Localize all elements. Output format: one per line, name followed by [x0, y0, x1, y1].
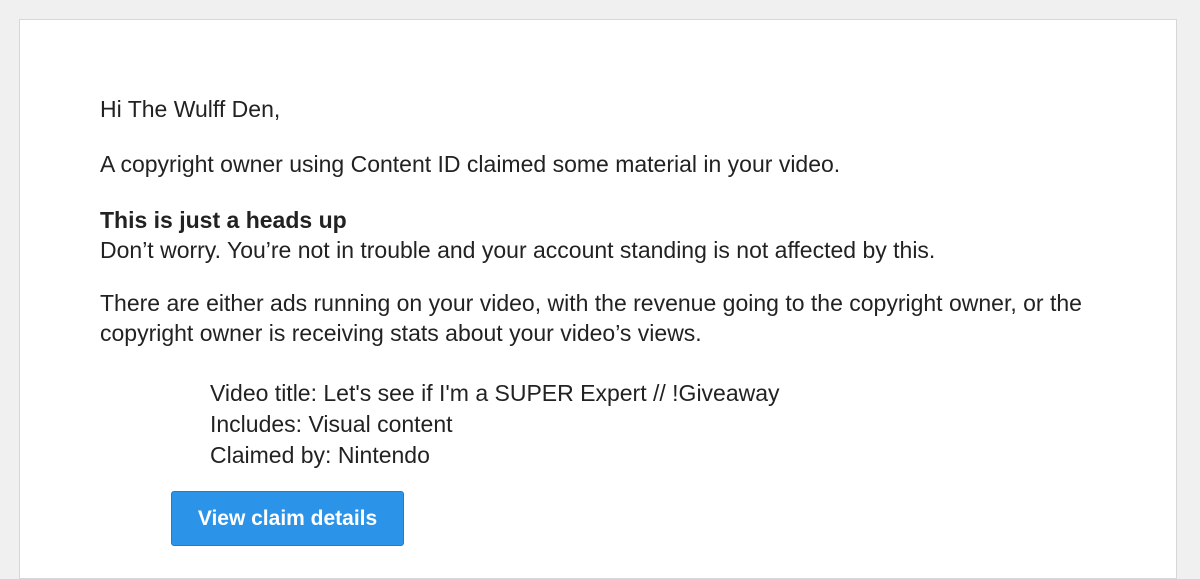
video-title-line: Video title: Let's see if I'm a SUPER Ex… [210, 380, 780, 406]
intro-text: A copyright owner using Content ID claim… [100, 151, 841, 177]
claimed-by-line: Claimed by: Nintendo [210, 442, 430, 468]
revenue-text: There are either ads running on your vid… [100, 290, 1082, 346]
email-body: Hi The Wulff Den, A copyright owner usin… [100, 94, 1100, 471]
greeting: Hi The Wulff Den, [100, 96, 281, 122]
heads-up-section: This is just a heads up Don’t worry. You… [100, 205, 1100, 265]
heads-up-text: Don’t worry. You’re not in trouble and y… [100, 237, 936, 263]
claim-details: Video title: Let's see if I'm a SUPER Ex… [210, 378, 1100, 471]
view-claim-details-button[interactable]: View claim details [171, 491, 404, 546]
includes-line: Includes: Visual content [210, 411, 453, 437]
email-card: Hi The Wulff Den, A copyright owner usin… [19, 19, 1177, 579]
heads-up-title: This is just a heads up [100, 207, 347, 233]
